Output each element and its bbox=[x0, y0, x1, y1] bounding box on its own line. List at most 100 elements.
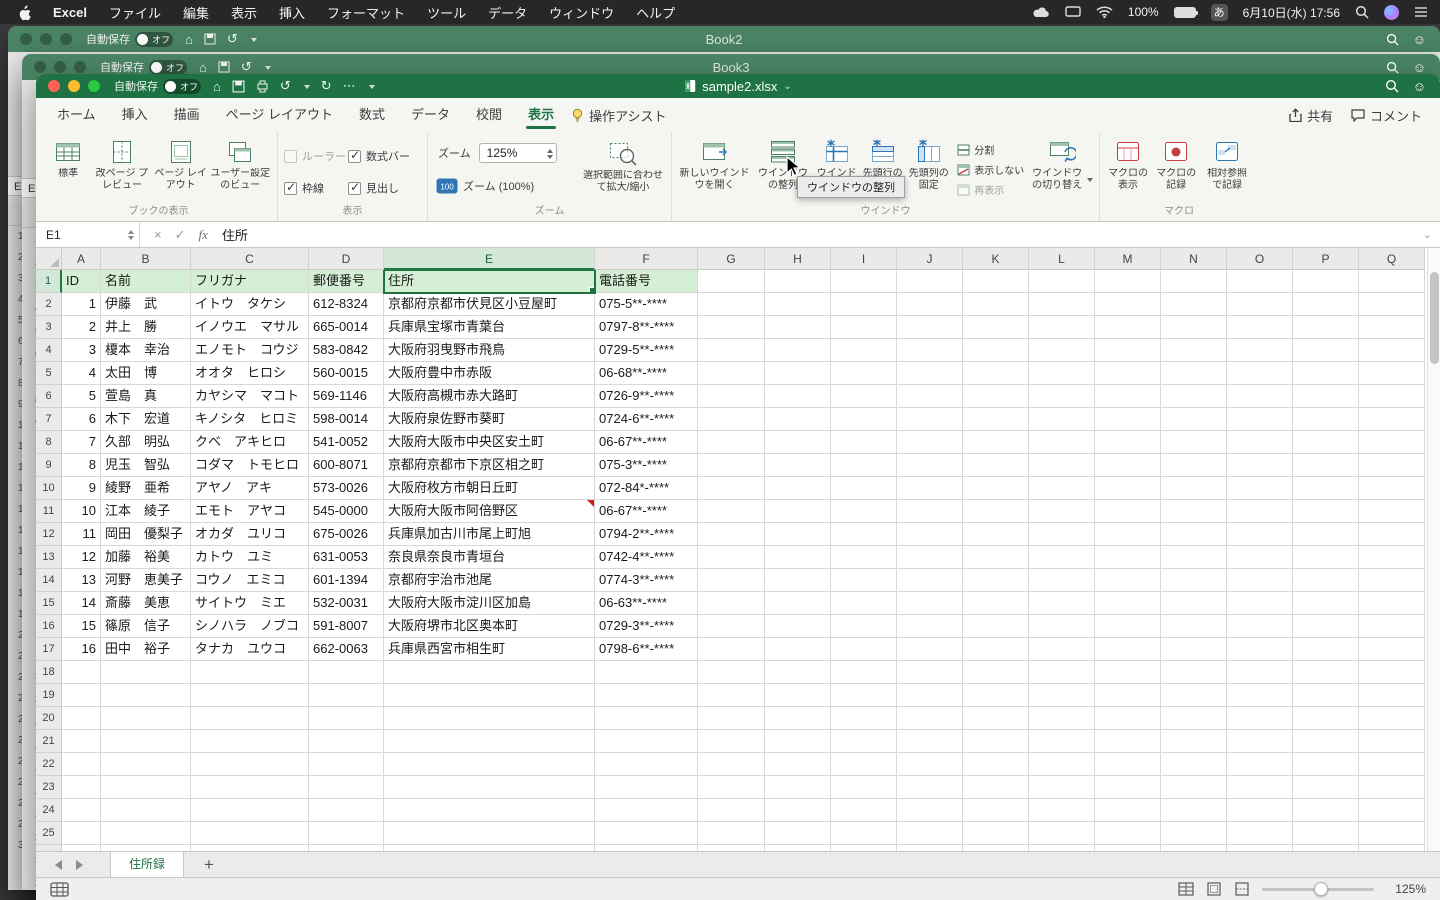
cell-E3[interactable]: 兵庫県宝塚市青葉台 bbox=[384, 316, 595, 339]
cell-P8[interactable] bbox=[1293, 431, 1359, 454]
more-caret-icon[interactable] bbox=[368, 84, 375, 92]
scrollbar-thumb[interactable] bbox=[1430, 272, 1439, 364]
cell-Q16[interactable] bbox=[1359, 615, 1425, 638]
cell-A24[interactable] bbox=[62, 799, 101, 822]
cell-O2[interactable] bbox=[1227, 293, 1293, 316]
column-header-Q[interactable]: Q bbox=[1359, 248, 1425, 270]
cell-G12[interactable] bbox=[698, 523, 765, 546]
cell-E11[interactable]: 大阪府大阪市阿倍野区 bbox=[384, 500, 595, 523]
cell-H24[interactable] bbox=[765, 799, 831, 822]
cell-H9[interactable] bbox=[765, 454, 831, 477]
cell-P11[interactable] bbox=[1293, 500, 1359, 523]
cell-F26[interactable] bbox=[595, 845, 698, 851]
cell-I15[interactable] bbox=[831, 592, 897, 615]
cell-P2[interactable] bbox=[1293, 293, 1359, 316]
row-header-21[interactable]: 21 bbox=[36, 730, 62, 753]
cell-F14[interactable]: 0774-3**-**** bbox=[595, 569, 698, 592]
cell-M6[interactable] bbox=[1095, 385, 1161, 408]
column-header-G[interactable]: G bbox=[698, 248, 765, 270]
cell-B8[interactable]: 久部 明弘 bbox=[101, 431, 191, 454]
row-header-23[interactable]: 23 bbox=[36, 776, 62, 799]
cell-F8[interactable]: 06-67**-**** bbox=[595, 431, 698, 454]
cell-D24[interactable] bbox=[309, 799, 384, 822]
cell-I1[interactable] bbox=[831, 270, 897, 293]
cell-F7[interactable]: 0724-6**-**** bbox=[595, 408, 698, 431]
save-icon[interactable] bbox=[232, 80, 245, 93]
cell-F16[interactable]: 0729-3**-**** bbox=[595, 615, 698, 638]
cell-P10[interactable] bbox=[1293, 477, 1359, 500]
cell-G2[interactable] bbox=[698, 293, 765, 316]
cell-E19[interactable] bbox=[384, 684, 595, 707]
cell-A2[interactable]: 1 bbox=[62, 293, 101, 316]
cell-B16[interactable]: 篠原 信子 bbox=[101, 615, 191, 638]
cell-D3[interactable]: 665-0014 bbox=[309, 316, 384, 339]
cell-H20[interactable] bbox=[765, 707, 831, 730]
row-header-10[interactable]: 10 bbox=[36, 477, 62, 500]
cell-M1[interactable] bbox=[1095, 270, 1161, 293]
cell-L6[interactable] bbox=[1029, 385, 1095, 408]
cell-L5[interactable] bbox=[1029, 362, 1095, 385]
cell-B15[interactable]: 斎藤 美恵 bbox=[101, 592, 191, 615]
home-icon[interactable]: ⌂ bbox=[213, 79, 221, 94]
row-header-19[interactable]: 19 bbox=[36, 684, 62, 707]
cell-B18[interactable] bbox=[101, 661, 191, 684]
more-commands-icon[interactable]: ⋯ bbox=[343, 78, 356, 94]
cell-K16[interactable] bbox=[963, 615, 1029, 638]
cell-C19[interactable] bbox=[191, 684, 309, 707]
cell-I19[interactable] bbox=[831, 684, 897, 707]
cell-Q21[interactable] bbox=[1359, 730, 1425, 753]
cell-L15[interactable] bbox=[1029, 592, 1095, 615]
checkbox[interactable] bbox=[348, 148, 361, 163]
ribbon-tab[interactable]: 表示 bbox=[515, 98, 567, 132]
cell-O22[interactable] bbox=[1227, 753, 1293, 776]
tell-me-assist[interactable]: 操作アシスト bbox=[571, 106, 667, 125]
cell-Q5[interactable] bbox=[1359, 362, 1425, 385]
row-header-18[interactable]: 18 bbox=[36, 661, 62, 684]
cell-J15[interactable] bbox=[897, 592, 963, 615]
cell-E8[interactable]: 大阪府大阪市中央区安土町 bbox=[384, 431, 595, 454]
cell-Q24[interactable] bbox=[1359, 799, 1425, 822]
normal-view-button[interactable]: 標準 bbox=[46, 136, 90, 180]
cell-B17[interactable]: 田中 裕子 bbox=[101, 638, 191, 661]
cell-O16[interactable] bbox=[1227, 615, 1293, 638]
cell-A11[interactable]: 10 bbox=[62, 500, 101, 523]
cell-B9[interactable]: 児玉 智弘 bbox=[101, 454, 191, 477]
cell-J9[interactable] bbox=[897, 454, 963, 477]
cell-M22[interactable] bbox=[1095, 753, 1161, 776]
row-header-22[interactable]: 22 bbox=[36, 753, 62, 776]
cell-N15[interactable] bbox=[1161, 592, 1227, 615]
cell-C25[interactable] bbox=[191, 822, 309, 845]
autosave-toggle[interactable]: 自動保存 オフ bbox=[114, 78, 201, 94]
cell-Q7[interactable] bbox=[1359, 408, 1425, 431]
cell-A21[interactable] bbox=[62, 730, 101, 753]
cell-A9[interactable]: 8 bbox=[62, 454, 101, 477]
cell-N19[interactable] bbox=[1161, 684, 1227, 707]
cell-O6[interactable] bbox=[1227, 385, 1293, 408]
column-header-B[interactable]: B bbox=[101, 248, 191, 270]
cell-Q14[interactable] bbox=[1359, 569, 1425, 592]
cell-E20[interactable] bbox=[384, 707, 595, 730]
cell-E6[interactable]: 大阪府高槻市赤大路町 bbox=[384, 385, 595, 408]
cell-I18[interactable] bbox=[831, 661, 897, 684]
cell-C14[interactable]: コウノ エミコ bbox=[191, 569, 309, 592]
cell-Q1[interactable] bbox=[1359, 270, 1425, 293]
cell-M23[interactable] bbox=[1095, 776, 1161, 799]
cell-J6[interactable] bbox=[897, 385, 963, 408]
cell-N17[interactable] bbox=[1161, 638, 1227, 661]
column-header-D[interactable]: D bbox=[309, 248, 384, 270]
cell-C18[interactable] bbox=[191, 661, 309, 684]
cell-O12[interactable] bbox=[1227, 523, 1293, 546]
row-header-16[interactable]: 16 bbox=[36, 615, 62, 638]
cell-I4[interactable] bbox=[831, 339, 897, 362]
share-button[interactable]: 共有 bbox=[1289, 106, 1333, 125]
feedback-smiley-icon[interactable]: ☺ bbox=[1413, 79, 1426, 94]
vertical-scrollbar[interactable] bbox=[1427, 248, 1440, 851]
cell-H16[interactable] bbox=[765, 615, 831, 638]
display-icon[interactable] bbox=[1065, 6, 1081, 18]
cell-H1[interactable] bbox=[765, 270, 831, 293]
page-layout-status-icon[interactable] bbox=[1206, 882, 1222, 896]
ribbon-tab[interactable]: ページ レイアウト bbox=[213, 98, 346, 132]
cell-B23[interactable] bbox=[101, 776, 191, 799]
row-header-2[interactable]: 2 bbox=[36, 293, 62, 316]
cell-C26[interactable] bbox=[191, 845, 309, 851]
